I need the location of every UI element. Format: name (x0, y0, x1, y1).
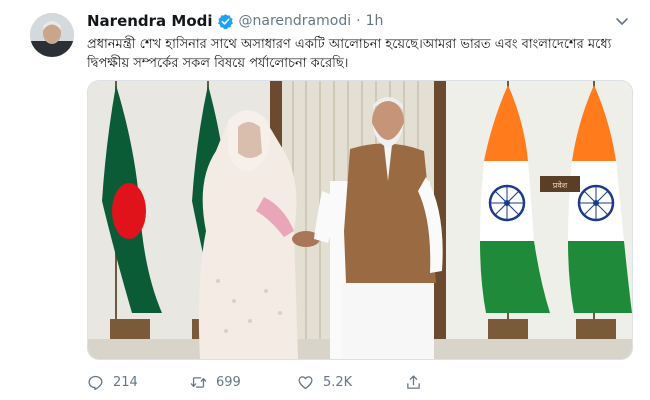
timestamp[interactable]: 1h (366, 13, 384, 29)
tweet-actions: 214 699 5.2K (87, 370, 487, 394)
avatar[interactable] (30, 13, 74, 57)
tweet-header: Narendra Modi @narendramodi · 1h (87, 10, 383, 32)
photo-illustration: प्रवेश (88, 81, 632, 359)
photo-sign-text: प्रवेश (553, 180, 568, 190)
retweet-button[interactable]: 699 (190, 374, 241, 391)
tweet-photo[interactable]: प्रवेश (87, 80, 633, 360)
display-name[interactable]: Narendra Modi (87, 12, 213, 30)
reply-count: 214 (113, 374, 138, 390)
verified-badge-icon (217, 13, 234, 30)
avatar-image (30, 13, 74, 57)
user-handle[interactable]: @narendramodi (239, 13, 352, 29)
chevron-down-icon[interactable] (613, 12, 631, 30)
like-count: 5.2K (323, 374, 353, 390)
tweet-text: প্রধানমন্ত্রী শেখ হাসিনার সাথে অসাধারণ এ… (87, 37, 612, 71)
separator-dot: · (356, 13, 361, 29)
retweet-icon (190, 376, 207, 388)
reply-button[interactable]: 214 (87, 374, 138, 391)
share-icon (407, 374, 420, 389)
heart-icon (298, 375, 313, 389)
reply-icon (88, 375, 103, 390)
share-button[interactable] (405, 374, 431, 391)
like-button[interactable]: 5.2K (297, 374, 352, 391)
retweet-count: 699 (216, 374, 241, 390)
